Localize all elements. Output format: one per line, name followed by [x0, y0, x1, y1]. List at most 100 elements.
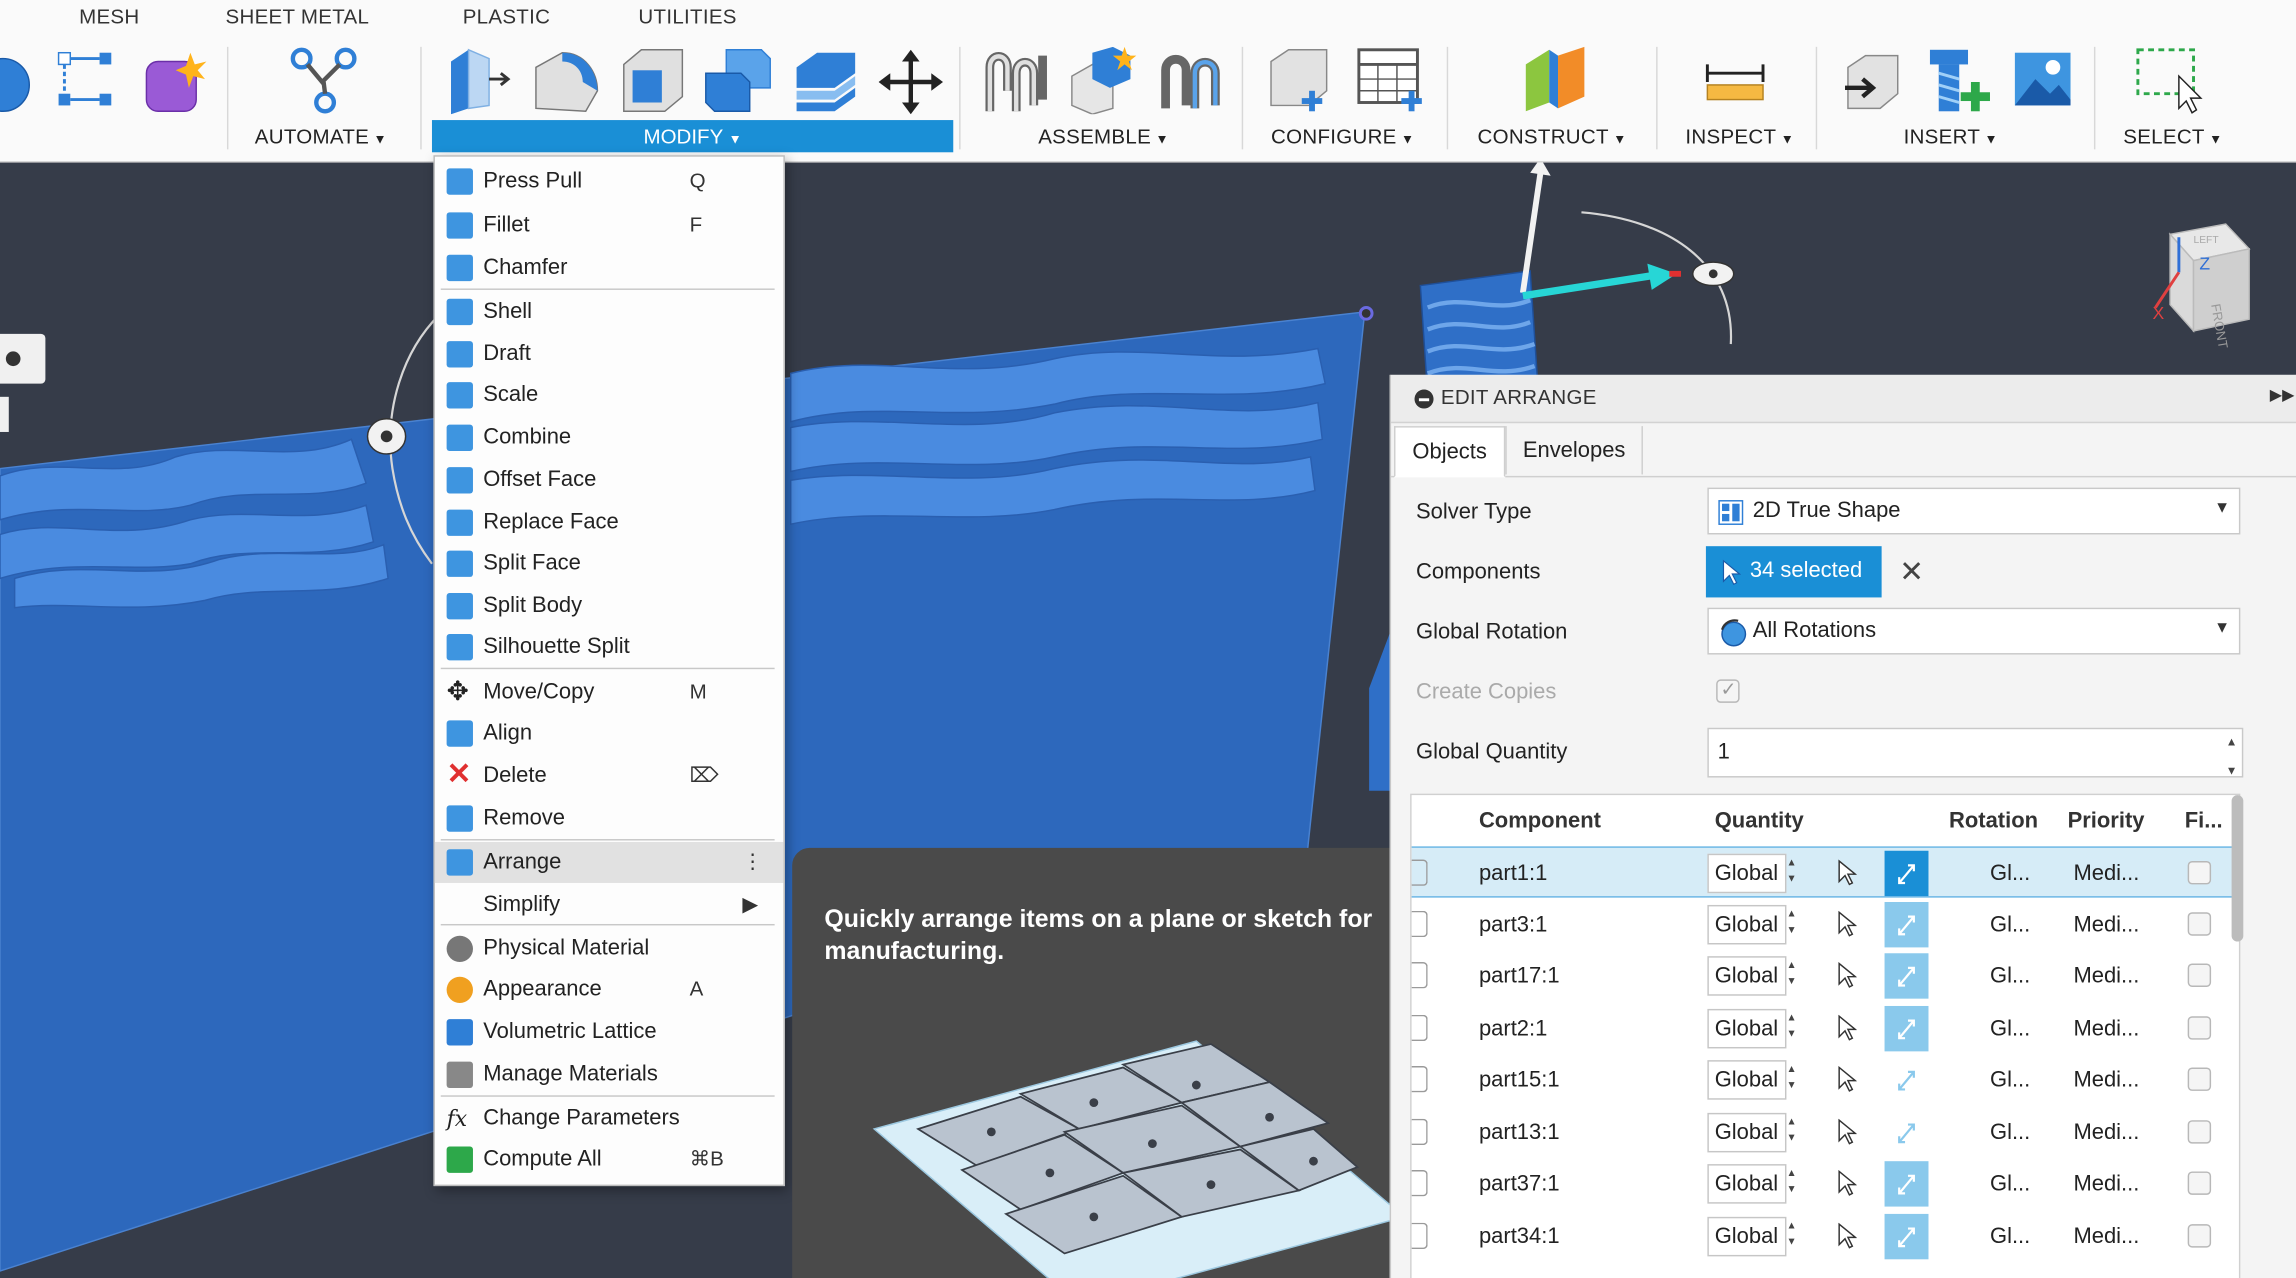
- move-copy-icon[interactable]: [878, 49, 944, 122]
- fixed-checkbox[interactable]: [2187, 1015, 2212, 1039]
- rotation-value[interactable]: Gl...: [1990, 861, 2030, 886]
- quantity-input[interactable]: Global: [1707, 853, 1787, 894]
- menu-item-move-copy[interactable]: ✥ Move/Copy M: [435, 672, 784, 713]
- col-quantity[interactable]: Quantity: [1715, 808, 1804, 833]
- rotation-value[interactable]: Gl...: [1990, 1015, 2030, 1040]
- expand-panel-icon[interactable]: ▶▶: [2270, 385, 2295, 405]
- table-row[interactable]: part17:1 Global ▲ ▼ Gl... Medi...: [1411, 950, 2235, 1001]
- select-cursor-icon[interactable]: [1836, 859, 1858, 894]
- priority-value[interactable]: Medi...: [2073, 1119, 2139, 1144]
- select-cursor-icon[interactable]: [1836, 1169, 1858, 1204]
- quantity-input[interactable]: Global: [1707, 1008, 1787, 1048]
- insert-mcmaster-icon[interactable]: [1927, 47, 1994, 122]
- automate-menu[interactable]: AUTOMATE ▼: [255, 124, 387, 147]
- offset-face-icon[interactable]: [791, 47, 861, 122]
- menu-item-press-pull[interactable]: Press Pull Q: [435, 161, 784, 202]
- fixed-checkbox[interactable]: [2187, 1171, 2212, 1195]
- col-fixed[interactable]: Fi...: [2185, 808, 2223, 833]
- table-row[interactable]: part1:1 Global ▲ ▼ Gl... Medi...: [1411, 846, 2235, 898]
- row-checkbox[interactable]: [1411, 1014, 1428, 1041]
- select-cursor-icon[interactable]: [1836, 961, 1858, 996]
- inspect-menu[interactable]: INSPECT ▼: [1685, 124, 1794, 147]
- tab-plastic[interactable]: PLASTIC: [463, 4, 551, 27]
- combine-icon[interactable]: [703, 47, 773, 122]
- rotation-axis-button[interactable]: [1884, 1005, 1929, 1051]
- row-checkbox[interactable]: [1411, 859, 1428, 886]
- joint-icon[interactable]: [984, 47, 1054, 122]
- menu-item-volumetric-lattice[interactable]: Volumetric Lattice: [435, 1012, 784, 1053]
- menu-item-replace-face[interactable]: Replace Face: [435, 502, 784, 543]
- browser-collapse-tab[interactable]: [0, 333, 46, 384]
- tab-sheet-metal[interactable]: SHEET METAL: [226, 4, 370, 27]
- table-scrollbar[interactable]: [2231, 795, 2244, 942]
- row-checkbox[interactable]: [1411, 1169, 1428, 1197]
- fixed-checkbox[interactable]: [2187, 861, 2212, 885]
- fillet-icon[interactable]: [533, 47, 600, 122]
- table-row[interactable]: part15:1 Global ▲ ▼ Gl... Medi...: [1411, 1054, 2235, 1105]
- menu-item-silhouette-split[interactable]: Silhouette Split: [435, 627, 784, 668]
- priority-value[interactable]: Medi...: [2073, 1171, 2139, 1196]
- quantity-stepper[interactable]: ▲ ▼: [1786, 855, 1804, 887]
- create-form-icon[interactable]: [141, 50, 208, 125]
- fixed-checkbox[interactable]: [2187, 963, 2212, 987]
- tab-utilities[interactable]: UTILITIES: [638, 4, 736, 27]
- global-quantity-input[interactable]: 1 ▲ ▼: [1707, 727, 2244, 778]
- view-cube[interactable]: Z X FRONT LEFT: [2153, 217, 2285, 356]
- menu-item-physical-material[interactable]: Physical Material: [435, 928, 784, 969]
- quantity-stepper[interactable]: ▲ ▼: [1786, 958, 1804, 990]
- col-component[interactable]: Component: [1479, 808, 1601, 833]
- quantity-input[interactable]: Global: [1707, 1216, 1787, 1256]
- rotation-value[interactable]: Gl...: [1990, 1171, 2030, 1196]
- menu-item-simplify[interactable]: Simplify ▶: [435, 884, 784, 925]
- menu-item-draft[interactable]: Draft: [435, 334, 784, 375]
- menu-item-align[interactable]: Align: [435, 713, 784, 754]
- components-selection-button[interactable]: 34 selected: [1705, 546, 1882, 598]
- menu-item-delete[interactable]: ✕ Delete ⌦: [435, 756, 784, 797]
- fixed-checkbox[interactable]: [2187, 911, 2212, 935]
- rotation-value[interactable]: Gl...: [1990, 912, 2030, 937]
- solver-type-select[interactable]: 2D True Shape ▼: [1707, 487, 2241, 535]
- sketch-icon[interactable]: [56, 50, 115, 119]
- select-cursor-icon[interactable]: [1836, 1013, 1858, 1048]
- quantity-stepper[interactable]: ▲ ▼: [1786, 906, 1804, 938]
- shell-icon[interactable]: [618, 47, 685, 122]
- rotation-value[interactable]: Gl...: [1990, 1223, 2030, 1248]
- fixed-checkbox[interactable]: [2187, 1119, 2212, 1143]
- priority-value[interactable]: Medi...: [2073, 1223, 2139, 1248]
- press-pull-icon[interactable]: [445, 47, 512, 122]
- rotation-axis-button[interactable]: [1885, 1057, 1929, 1102]
- rotation-value[interactable]: Gl...: [1990, 1067, 2030, 1092]
- menu-item-scale[interactable]: Scale: [435, 375, 784, 416]
- fixed-checkbox[interactable]: [2187, 1067, 2212, 1091]
- rotation-axis-button[interactable]: [1884, 1161, 1929, 1207]
- menu-item-compute-all[interactable]: Compute All ⌘B: [435, 1139, 784, 1180]
- row-checkbox[interactable]: [1411, 1221, 1428, 1249]
- menu-item-split-body[interactable]: Split Body: [435, 586, 784, 627]
- priority-value[interactable]: Medi...: [2073, 1015, 2139, 1040]
- rigid-group-icon[interactable]: [1157, 47, 1224, 122]
- menu-item-fillet[interactable]: Fillet F: [435, 205, 784, 246]
- menu-item-split-face[interactable]: Split Face: [435, 543, 784, 584]
- select-menu[interactable]: SELECT ▼: [2123, 124, 2222, 147]
- configure-icon[interactable]: [1268, 47, 1338, 122]
- select-cursor-icon[interactable]: [1836, 909, 1858, 944]
- select-cursor-icon[interactable]: [1836, 1221, 1858, 1256]
- construct-menu[interactable]: CONSTRUCT ▼: [1477, 124, 1626, 147]
- priority-value[interactable]: Medi...: [2073, 861, 2139, 886]
- insert-derive-icon[interactable]: [1839, 50, 1906, 122]
- table-row[interactable]: part34:1 Global ▲ ▼ Gl... Medi...: [1411, 1210, 2235, 1261]
- select-cursor-icon[interactable]: [1836, 1117, 1858, 1152]
- menu-item-arrange[interactable]: Arrange ⋮: [434, 841, 784, 883]
- row-checkbox[interactable]: [1411, 962, 1428, 989]
- fixed-checkbox[interactable]: [2187, 1223, 2212, 1247]
- table-row[interactable]: part2:1 Global ▲ ▼ Gl... Medi...: [1411, 1002, 2235, 1053]
- menu-item-offset-face[interactable]: Offset Face: [435, 460, 784, 501]
- rotation-axis-button[interactable]: [1884, 901, 1929, 947]
- menu-item-combine[interactable]: Combine: [435, 417, 784, 458]
- quantity-input[interactable]: Global: [1707, 1164, 1787, 1204]
- measure-icon[interactable]: [1704, 59, 1768, 110]
- insert-canvas-icon[interactable]: [2012, 50, 2076, 119]
- table-row[interactable]: part37:1 Global ▲ ▼ Gl... Medi...: [1411, 1158, 2235, 1209]
- quantity-input[interactable]: Global: [1707, 956, 1787, 996]
- menu-item-chamfer[interactable]: Chamfer: [435, 247, 784, 288]
